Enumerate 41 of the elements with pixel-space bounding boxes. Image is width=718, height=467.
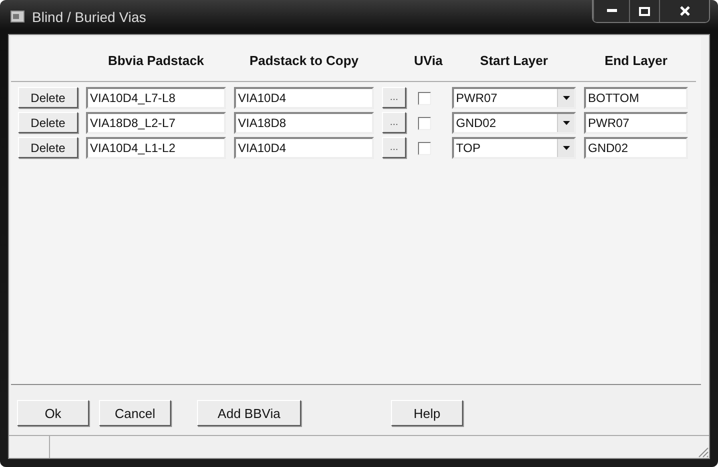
dialog-button[interactable]: Ok (17, 400, 89, 426)
padstack-copy-field[interactable]: VIA10D4 (234, 137, 374, 159)
browse-button[interactable]: ... (382, 87, 406, 108)
uvia-checkbox[interactable] (418, 142, 431, 154)
caret-icon (562, 121, 570, 125)
app-icon (10, 9, 26, 25)
start-layer-dropdown[interactable]: PWR07 (452, 87, 576, 109)
minimize-button[interactable] (593, 0, 629, 22)
close-button[interactable] (659, 0, 709, 22)
dialog-button[interactable]: Help (391, 400, 463, 426)
delete-button[interactable]: Delete (18, 112, 78, 133)
column-header: UVia (414, 53, 443, 70)
uvia-checkbox[interactable] (418, 116, 431, 130)
caret-icon (562, 146, 570, 150)
end-layer-field[interactable]: BOTTOM (584, 87, 688, 109)
padstack-copy-field[interactable]: VIA10D4 (234, 87, 374, 109)
maximize-button[interactable] (629, 0, 659, 22)
padstack-copy-field[interactable]: VIA18D8 (234, 112, 374, 134)
delete-button[interactable]: Delete (18, 87, 78, 108)
browse-button[interactable]: ... (382, 112, 406, 133)
window-title: Blind / Buried Vias (32, 9, 148, 25)
maximize-icon (639, 6, 650, 16)
bbvia-padstack-field[interactable]: VIA10D4_L7-L8 (86, 87, 226, 109)
minimize-icon (606, 9, 616, 13)
dialog-button[interactable]: Cancel (99, 400, 171, 426)
browse-button[interactable]: ... (382, 137, 406, 158)
column-header: End Layer (604, 53, 668, 70)
end-layer-field[interactable]: GND02 (584, 137, 688, 159)
start-layer-dropdown[interactable]: TOP (452, 137, 576, 159)
column-header: Bbvia Padstack (108, 53, 204, 70)
start-layer-dropdown[interactable]: GND02 (452, 112, 576, 134)
bbvia-padstack-field[interactable]: VIA18D8_L2-L7 (86, 112, 226, 134)
bbvia-padstack-field[interactable]: VIA10D4_L1-L2 (86, 137, 226, 159)
column-header: Start Layer (480, 53, 548, 70)
uvia-checkbox[interactable] (418, 92, 431, 104)
column-header: Padstack to Copy (249, 53, 359, 70)
caret-icon (562, 96, 570, 100)
delete-button[interactable]: Delete (18, 137, 78, 158)
dialog-button[interactable]: Add BBVia (197, 400, 301, 426)
end-layer-field[interactable]: PWR07 (584, 112, 688, 134)
close-icon (680, 6, 690, 16)
